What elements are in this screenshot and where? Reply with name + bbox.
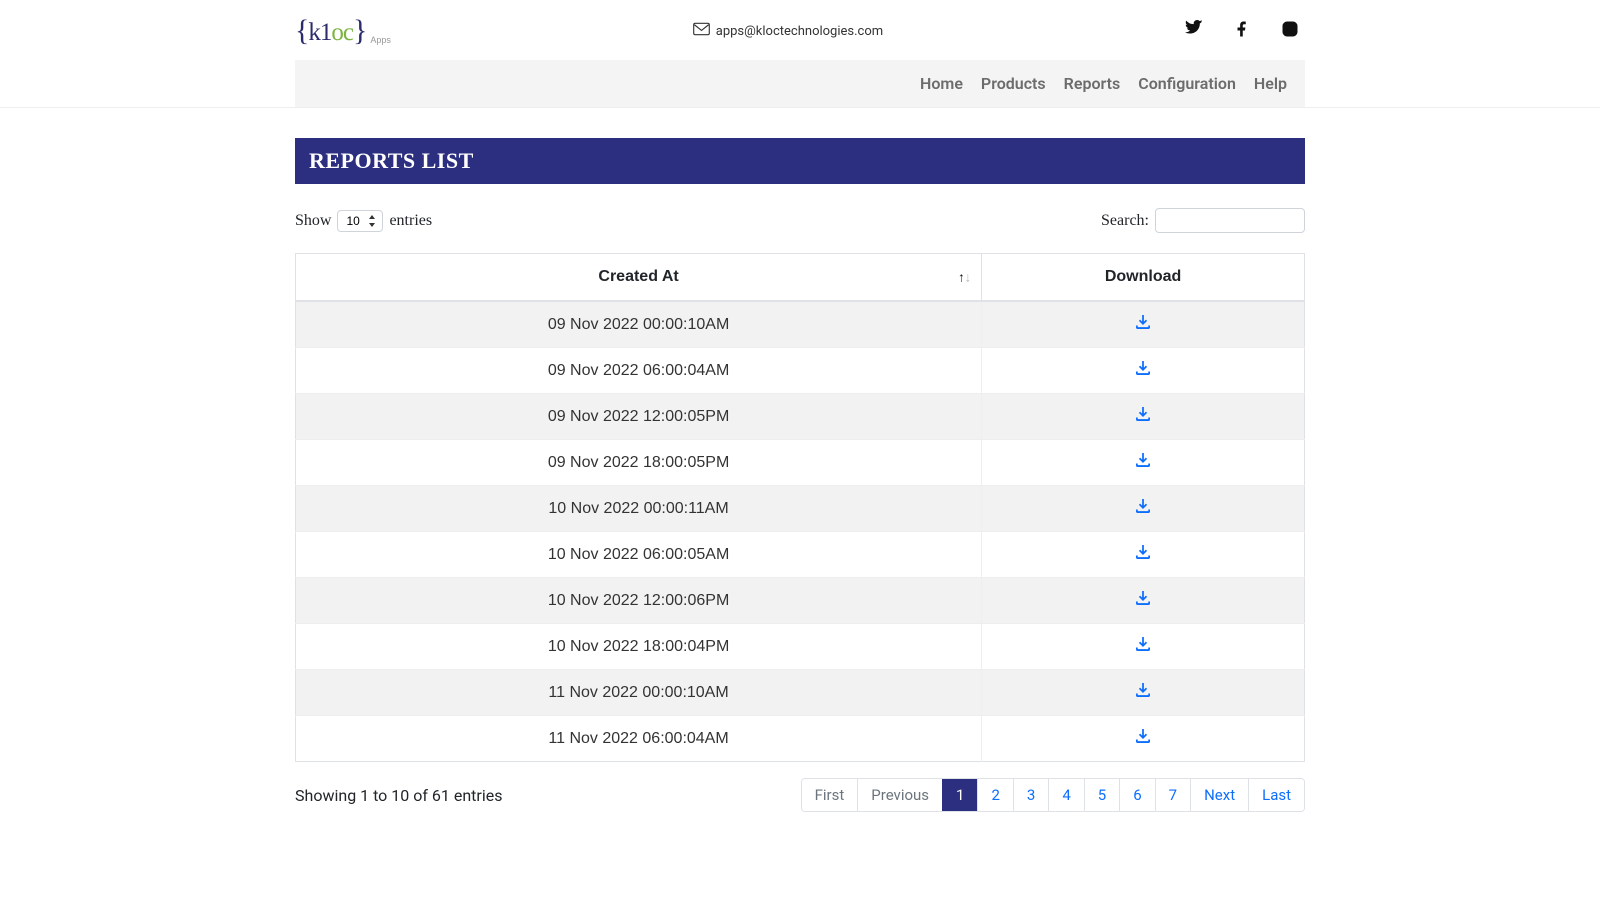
contact-email[interactable]: apps@kloctechnologies.com	[693, 22, 883, 40]
table-info: Showing 1 to 10 of 61 entries	[295, 786, 502, 805]
entries-label: entries	[389, 212, 432, 230]
main-nav: Home Products Reports Configuration Help	[295, 60, 1305, 107]
cell-created-at: 10 Nov 2022 12:00:06PM	[296, 578, 982, 624]
table-row: 09 Nov 2022 18:00:05PM	[296, 440, 1305, 486]
download-icon[interactable]	[1136, 315, 1150, 329]
download-icon[interactable]	[1136, 407, 1150, 421]
cell-download	[982, 440, 1305, 486]
page-4[interactable]: 4	[1048, 779, 1083, 811]
nav-configuration[interactable]: Configuration	[1138, 74, 1236, 93]
search-control: Search:	[1101, 208, 1305, 233]
logo[interactable]: {k1oc} Apps	[295, 14, 391, 48]
sort-icon: ↑↓	[958, 270, 971, 285]
download-icon[interactable]	[1136, 453, 1150, 467]
nav-products[interactable]: Products	[981, 74, 1046, 93]
nav-home[interactable]: Home	[920, 74, 963, 93]
download-icon[interactable]	[1136, 591, 1150, 605]
length-control: Show 10 entries	[295, 210, 432, 232]
search-label: Search:	[1101, 212, 1149, 230]
table-row: 10 Nov 2022 06:00:05AM	[296, 532, 1305, 578]
contact-email-text: apps@kloctechnologies.com	[716, 24, 883, 39]
logo-text-2: oc	[331, 19, 353, 47]
download-icon[interactable]	[1136, 729, 1150, 743]
logo-brace-open: {	[295, 14, 308, 48]
download-icon[interactable]	[1136, 637, 1150, 651]
nav-help[interactable]: Help	[1254, 74, 1287, 93]
logo-brace-close: }	[353, 14, 366, 48]
cell-created-at: 11 Nov 2022 00:00:10AM	[296, 670, 982, 716]
page-6[interactable]: 6	[1119, 779, 1154, 811]
cell-created-at: 09 Nov 2022 18:00:05PM	[296, 440, 982, 486]
cell-download	[982, 394, 1305, 440]
cell-download	[982, 624, 1305, 670]
cell-download	[982, 348, 1305, 394]
cell-created-at: 09 Nov 2022 06:00:04AM	[296, 348, 982, 394]
table-row: 11 Nov 2022 06:00:04AM	[296, 716, 1305, 762]
cell-created-at: 10 Nov 2022 18:00:04PM	[296, 624, 982, 670]
cell-download	[982, 578, 1305, 624]
logo-text-1: k1	[308, 19, 331, 47]
page-first: First	[802, 779, 858, 811]
cell-download	[982, 716, 1305, 762]
cell-download	[982, 532, 1305, 578]
col-created-at[interactable]: Created At ↑↓	[296, 254, 982, 302]
nav-reports[interactable]: Reports	[1064, 74, 1121, 93]
page-5[interactable]: 5	[1084, 779, 1119, 811]
cell-created-at: 09 Nov 2022 12:00:05PM	[296, 394, 982, 440]
pagination: FirstPrevious1234567NextLast	[801, 778, 1305, 812]
show-label: Show	[295, 212, 331, 230]
table-row: 11 Nov 2022 00:00:10AM	[296, 670, 1305, 716]
facebook-icon[interactable]	[1233, 20, 1251, 42]
cell-download	[982, 670, 1305, 716]
instagram-icon[interactable]	[1281, 20, 1299, 42]
page-1[interactable]: 1	[942, 779, 977, 811]
cell-download	[982, 486, 1305, 532]
mail-icon	[693, 22, 710, 40]
cell-created-at: 10 Nov 2022 00:00:11AM	[296, 486, 982, 532]
table-row: 10 Nov 2022 12:00:06PM	[296, 578, 1305, 624]
table-row: 09 Nov 2022 12:00:05PM	[296, 394, 1305, 440]
cell-created-at: 10 Nov 2022 06:00:05AM	[296, 532, 982, 578]
cell-created-at: 09 Nov 2022 00:00:10AM	[296, 301, 982, 348]
page-previous: Previous	[857, 779, 942, 811]
page-2[interactable]: 2	[977, 779, 1012, 811]
cell-download	[982, 301, 1305, 348]
download-icon[interactable]	[1136, 683, 1150, 697]
col-download[interactable]: Download	[982, 254, 1305, 302]
twitter-icon[interactable]	[1185, 20, 1203, 42]
download-icon[interactable]	[1136, 499, 1150, 513]
page-next[interactable]: Next	[1190, 779, 1248, 811]
download-icon[interactable]	[1136, 545, 1150, 559]
entries-select[interactable]: 10	[337, 210, 383, 232]
reports-table: Created At ↑↓ Download 09 Nov 2022 00:00…	[295, 253, 1305, 762]
table-row: 09 Nov 2022 00:00:10AM	[296, 301, 1305, 348]
page-title: REPORTS LIST	[295, 138, 1305, 184]
download-icon[interactable]	[1136, 361, 1150, 375]
cell-created-at: 11 Nov 2022 06:00:04AM	[296, 716, 982, 762]
search-input[interactable]	[1155, 208, 1305, 233]
logo-subtext: Apps	[370, 35, 391, 48]
page-3[interactable]: 3	[1013, 779, 1048, 811]
table-row: 10 Nov 2022 18:00:04PM	[296, 624, 1305, 670]
table-row: 09 Nov 2022 06:00:04AM	[296, 348, 1305, 394]
table-row: 10 Nov 2022 00:00:11AM	[296, 486, 1305, 532]
page-7[interactable]: 7	[1155, 779, 1190, 811]
page-last[interactable]: Last	[1248, 779, 1304, 811]
